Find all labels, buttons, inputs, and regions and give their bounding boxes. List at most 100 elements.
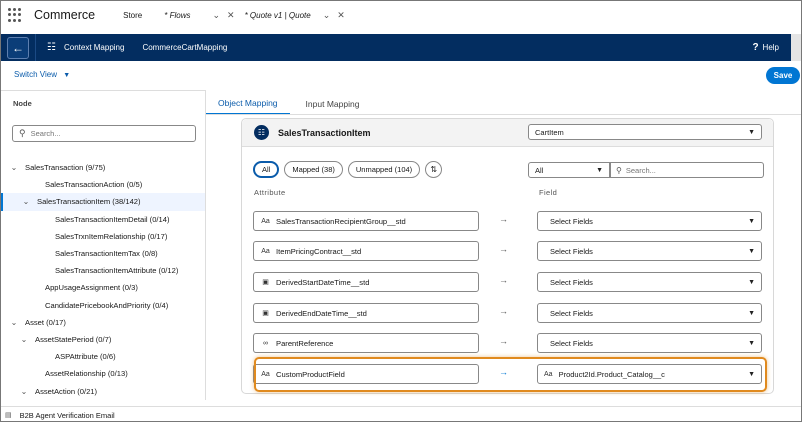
field-value: Select Fields [550, 246, 593, 256]
attribute-name: DerivedEndDateTime__std [276, 308, 367, 318]
caret-down-icon: ▼ [748, 340, 755, 347]
attribute-field[interactable]: ▣ DerivedStartDateTime__std [253, 272, 479, 292]
attribute-field[interactable]: Aa ItemPricingContract__std [253, 241, 479, 261]
field-select[interactable]: Select Fields ▼ [537, 241, 762, 261]
tree-node[interactable]: ⌄ SalesTransaction (9/75) [1, 159, 205, 176]
tree-node-label: SalesTransactionItemAttribute (0/12) [55, 266, 179, 276]
sort-icon[interactable]: ⇅ [425, 161, 443, 178]
tree-node[interactable]: SalesTransactionItemAttribute (0/12) [1, 262, 205, 279]
scrollbar[interactable] [791, 34, 801, 61]
object-name: SalesTransactionItem [278, 127, 371, 138]
caret-down-icon: ▼ [748, 218, 755, 225]
chevron-down-icon[interactable]: ⌄ [21, 197, 31, 206]
nav-tab-quote[interactable]: * Quote v1 | Quote [245, 11, 311, 20]
utility-item[interactable]: B2B Agent Verification Email [20, 411, 115, 420]
field-select[interactable]: Select Fields ▼ [537, 211, 762, 231]
field-filter-value: All [535, 165, 544, 175]
field-value: Select Fields [550, 308, 593, 318]
attribute-field[interactable]: Aa SalesTransactionRecipientGroup__std [253, 211, 479, 231]
tree-node[interactable]: ⌄ AssetAction (0/21) [1, 382, 205, 399]
filter-pills: All Mapped (38) Unmapped (104) ⇅ [253, 161, 443, 178]
nav-tab-flows[interactable]: * Flows [164, 11, 190, 20]
app-name: Commerce [34, 8, 96, 22]
field-select[interactable]: Select Fields ▼ [537, 272, 762, 292]
app-launcher-icon[interactable] [8, 8, 22, 22]
field-select[interactable]: Select Fields ▼ [537, 303, 762, 323]
tree-node[interactable]: AppUsageAssignment (0/3) [1, 279, 205, 296]
close-icon[interactable]: ✕ [337, 10, 345, 21]
app-frame: Commerce Store * Flows ⌄ ✕ * Quote v1 | … [0, 0, 802, 422]
chevron-down-icon[interactable]: ⌄ [323, 10, 331, 21]
attribute-type-icon: Aa [261, 247, 270, 255]
nav-tab-store[interactable]: Store [123, 11, 142, 20]
tree-node[interactable]: SalesTransactionItemTax (0/8) [1, 245, 205, 262]
chevron-down-icon[interactable]: ⌄ [9, 163, 19, 172]
chevron-down-icon[interactable]: ⌄ [9, 318, 19, 327]
attribute-field[interactable]: ∞ ParentReference [253, 333, 479, 353]
back-button[interactable]: ← [7, 36, 29, 59]
tree-node[interactable]: SalesTransactionItemDetail (0/14) [1, 211, 205, 228]
tree-node-label: SalesTransactionAction (0/5) [45, 180, 143, 190]
mapping-row: Aa SalesTransactionRecipientGroup__std → Se… [242, 211, 773, 233]
switch-view-button[interactable]: Switch View ▼ [14, 70, 70, 79]
mapping-row: ▣ DerivedEndDateTime__std → Select Fields ▼ [242, 303, 773, 325]
tree-node[interactable]: CandidatePricebookAndPriority (0/4) [1, 297, 205, 314]
object-icon: ☷ [254, 125, 269, 140]
email-icon: ▤ [5, 412, 12, 419]
object-mapping-card: ☷ SalesTransactionItem CartItem ▼ All Ma… [241, 118, 774, 394]
tree-node[interactable]: ⌄ SalesTransactionItem (38/142) [1, 193, 205, 211]
mapping-tabs: Object Mapping Input Mapping [206, 90, 801, 115]
node-tree: ⌄ SalesTransaction (9/75) SalesTransaction… [1, 159, 205, 400]
save-button[interactable]: Save [766, 67, 800, 84]
help-button[interactable]: ? Help [752, 42, 779, 53]
context-mapping-icon: ☷ [47, 42, 56, 53]
field-search-input[interactable] [625, 165, 746, 175]
tree-node[interactable]: ASPAttribute (0/6) [1, 348, 205, 365]
target-object-value: CartItem [535, 127, 564, 137]
field-filter-select[interactable]: All ▼ [528, 162, 610, 178]
field-value: Select Fields [550, 216, 593, 226]
chevron-down-icon: ▼ [63, 72, 71, 79]
field-search[interactable]: ⚲ [610, 162, 764, 178]
search-icon: ⚲ [19, 128, 26, 138]
divider [206, 114, 801, 115]
divider [35, 34, 36, 61]
arrow-right-icon: → [499, 244, 508, 254]
tab-object-mapping[interactable]: Object Mapping [206, 98, 290, 115]
tree-node-label: SalesTransaction (9/75) [25, 163, 106, 173]
switch-view-label: Switch View [14, 70, 57, 79]
attribute-name: ItemPricingContract__std [276, 246, 362, 256]
tree-node[interactable]: ⌄ Asset (0/17) [1, 314, 205, 331]
attribute-name: DerivedStartDateTime__std [276, 277, 370, 287]
tree-node[interactable]: AssetRelationship (0/13) [1, 365, 205, 382]
attribute-column-header: Attribute [254, 188, 286, 197]
utility-bar: ▤ B2B Agent Verification Email [1, 406, 801, 421]
caret-down-icon: ▼ [748, 310, 755, 317]
chevron-down-icon[interactable]: ⌄ [19, 335, 29, 344]
help-label: Help [762, 43, 779, 52]
close-icon[interactable]: ✕ [227, 10, 235, 21]
caret-down-icon: ▼ [748, 279, 755, 286]
tree-node[interactable]: SalesTransactionAction (0/5) [1, 176, 205, 193]
target-object-select[interactable]: CartItem ▼ [528, 124, 762, 140]
chevron-down-icon[interactable]: ⌄ [212, 10, 220, 21]
filter-mapped[interactable]: Mapped (38) [284, 161, 343, 178]
tree-node-label: Asset (0/17) [25, 317, 66, 327]
tree-node[interactable]: SalesTrxnItemRelationship (0/17) [1, 228, 205, 245]
card-header: ☷ SalesTransactionItem CartItem ▼ [242, 119, 773, 147]
attribute-type-icon: Aa [261, 217, 270, 225]
mapping-row: ∞ ParentReference → Select Fields ▼ [242, 333, 773, 355]
filter-unmapped[interactable]: Unmapped (104) [347, 161, 421, 178]
tree-node-label: SalesTrxnItemRelationship (0/17) [55, 231, 168, 241]
tree-node[interactable]: ⌄ AssetStatePeriod (0/7) [1, 331, 205, 348]
field-select[interactable]: Select Fields ▼ [537, 333, 762, 353]
field-value: Select Fields [550, 277, 593, 287]
chevron-down-icon[interactable]: ⌄ [19, 387, 29, 396]
node-search-input[interactable] [30, 129, 181, 138]
tree-node-label: AssetRelationship (0/13) [45, 369, 128, 379]
node-search[interactable]: ⚲ [12, 125, 196, 142]
tab-input-mapping[interactable]: Input Mapping [294, 99, 372, 115]
filter-all[interactable]: All [253, 161, 280, 178]
attribute-field[interactable]: ▣ DerivedEndDateTime__std [253, 303, 479, 323]
mapping-row: Aa ItemPricingContract__std → Select Fields… [242, 241, 773, 263]
